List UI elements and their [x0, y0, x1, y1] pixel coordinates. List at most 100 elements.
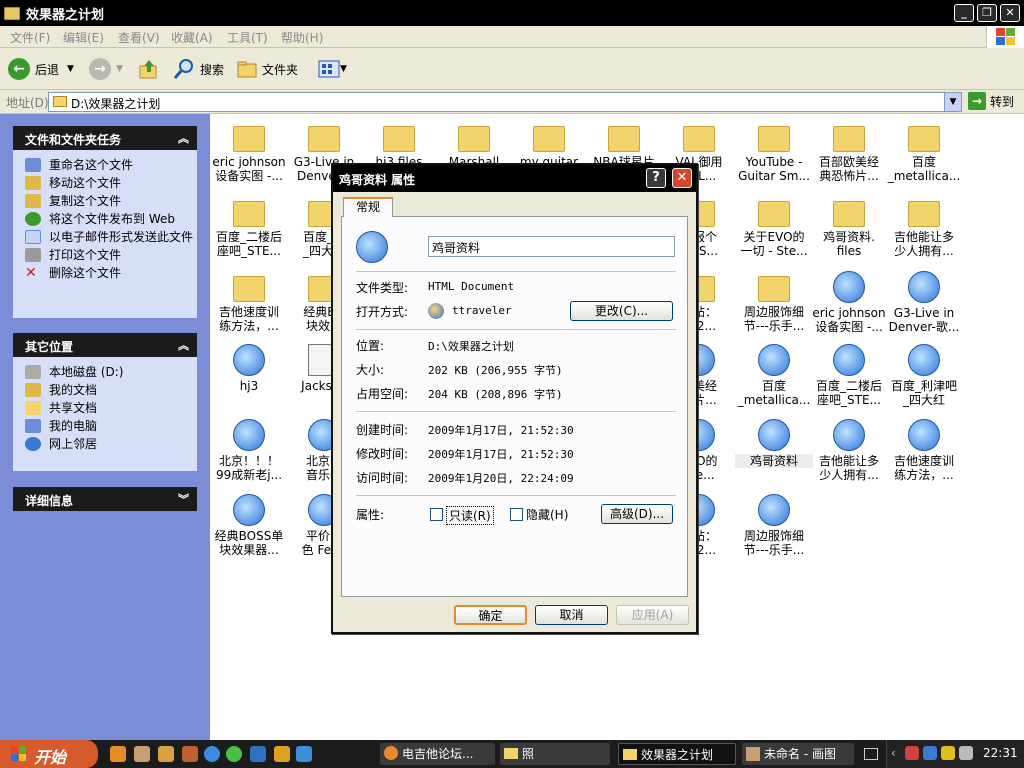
- views-button[interactable]: ▼: [318, 56, 347, 82]
- dialog-titlebar[interactable]: 鸡哥资料 属性 ? ✕: [333, 165, 696, 192]
- place-my-computer[interactable]: 我的电脑: [13, 417, 197, 435]
- file-item[interactable]: 吉他能让多 少人拥有...: [885, 196, 963, 258]
- menu-help[interactable]: 帮助(H): [281, 29, 323, 46]
- expand-icon[interactable]: ︾: [178, 491, 189, 507]
- start-button[interactable]: 开始: [0, 740, 98, 768]
- clock[interactable]: 22:31: [983, 746, 1018, 760]
- task-publish-web[interactable]: 将这个文件发布到 Web: [13, 210, 197, 228]
- file-name-input[interactable]: 鸡哥资料: [428, 236, 675, 257]
- file-item[interactable]: eric johnson 设备实图 -...: [810, 271, 888, 334]
- file-tasks-header[interactable]: 文件和文件夹任务 ︽: [13, 126, 197, 150]
- cancel-button[interactable]: 取消: [535, 605, 608, 625]
- menu-view[interactable]: 查看(V): [118, 29, 160, 46]
- file-item[interactable]: 百度_利津吧 _四大红: [885, 344, 963, 407]
- task-rename[interactable]: 重命名这个文件: [13, 156, 197, 174]
- file-item[interactable]: 吉他速度训 练方法，...: [885, 419, 963, 482]
- media-player-quicklaunch-icon[interactable]: [226, 746, 242, 762]
- taskbar-item-explorer[interactable]: 效果器之计划: [618, 743, 736, 765]
- menu-favorites[interactable]: 收藏(A): [171, 29, 213, 46]
- up-folder-button[interactable]: [138, 56, 160, 82]
- task-delete[interactable]: ✕ 删除这个文件: [13, 264, 197, 282]
- file-item[interactable]: Marshall: [435, 121, 513, 169]
- menu-tools[interactable]: 工具(T): [227, 29, 268, 46]
- collapse-icon[interactable]: ︽: [178, 130, 189, 146]
- file-item[interactable]: NBA球星片: [585, 121, 663, 169]
- ok-button[interactable]: 确定: [454, 605, 527, 625]
- file-item-selected[interactable]: 鸡哥资料: [735, 419, 813, 468]
- change-button[interactable]: 更改(C)...: [570, 301, 673, 321]
- menu-edit[interactable]: 编辑(E): [63, 29, 104, 46]
- app-quicklaunch-icon[interactable]: [158, 746, 174, 762]
- search-button[interactable]: 搜索: [172, 56, 224, 82]
- back-dropdown-icon[interactable]: ▼: [67, 64, 74, 74]
- file-item[interactable]: 吉他速度训 练方法，...: [210, 271, 288, 333]
- app-quicklaunch-icon[interactable]: [296, 746, 312, 762]
- file-item[interactable]: 关于EVO的 一切 - Ste...: [735, 196, 813, 258]
- taskbar-item-photo[interactable]: 照: [500, 743, 610, 765]
- file-item[interactable]: eric johnson 设备实图 -...: [210, 121, 288, 183]
- address-dropdown-icon[interactable]: ▼: [944, 93, 961, 111]
- app-quicklaunch-icon[interactable]: [182, 746, 198, 762]
- keyboard-icon[interactable]: [864, 748, 878, 760]
- place-local-disk[interactable]: 本地磁盘 (D:): [13, 363, 197, 381]
- app-quicklaunch-icon[interactable]: [250, 746, 266, 762]
- file-item[interactable]: YouTube - Guitar Sm...: [735, 121, 813, 183]
- file-item[interactable]: hj3: [210, 344, 288, 393]
- task-email[interactable]: 以电子邮件形式发送此文件: [13, 228, 197, 246]
- place-my-documents[interactable]: 我的文档: [13, 381, 197, 399]
- task-print[interactable]: 打印这个文件: [13, 246, 197, 264]
- place-shared-documents[interactable]: 共享文档: [13, 399, 197, 417]
- address-input[interactable]: D:\效果器之计划 ▼: [48, 92, 962, 112]
- file-item[interactable]: 吉他能让多 少人拥有...: [810, 419, 888, 482]
- file-item[interactable]: 经典BOSS单 块效果器...: [210, 494, 288, 557]
- collapse-icon[interactable]: ︽: [178, 337, 189, 353]
- hidden-checkbox[interactable]: [510, 508, 523, 521]
- ie-quicklaunch-icon[interactable]: [204, 746, 220, 762]
- file-item[interactable]: 百度 _metallica...: [735, 344, 813, 407]
- security-warning-icon[interactable]: [941, 746, 955, 760]
- app-quicklaunch-icon[interactable]: [274, 746, 290, 762]
- file-item[interactable]: G3-Live in Denver-歌...: [885, 271, 963, 334]
- maximize-button[interactable]: ❐: [977, 4, 997, 22]
- hidden-label[interactable]: 隐藏(H): [526, 506, 568, 523]
- advanced-button[interactable]: 高级(D)...: [601, 504, 673, 524]
- file-item[interactable]: my guitar: [510, 121, 588, 169]
- window-titlebar[interactable]: 效果器之计划 _ ❐ ✕: [0, 0, 1024, 26]
- file-item[interactable]: 百度_二楼后 座吧_STE...: [810, 344, 888, 407]
- firefox-quicklaunch-icon[interactable]: [110, 746, 126, 762]
- volume-icon[interactable]: [959, 746, 973, 760]
- file-item[interactable]: 鸡哥资料. files: [810, 196, 888, 258]
- back-button[interactable]: ← 后退 ▼: [8, 56, 74, 82]
- readonly-checkbox[interactable]: [430, 508, 443, 521]
- file-item[interactable]: 周边服饰细 节---乐手...: [735, 494, 813, 557]
- task-copy[interactable]: 复制这个文件: [13, 192, 197, 210]
- apply-button[interactable]: 应用(A): [616, 605, 689, 625]
- file-item[interactable]: 百部欧美经 典恐怖片...: [810, 121, 888, 183]
- other-places-header[interactable]: 其它位置 ︽: [13, 333, 197, 357]
- taskbar-item-forum[interactable]: 电吉他论坛...: [380, 743, 495, 765]
- go-button[interactable]: → 转到: [968, 92, 1014, 110]
- forward-button[interactable]: → ▼: [89, 56, 123, 82]
- folders-button[interactable]: 文件夹: [236, 56, 298, 82]
- menu-file[interactable]: 文件(F): [10, 29, 50, 46]
- file-item[interactable]: 百度 _metallica...: [885, 121, 963, 183]
- details-header[interactable]: 详细信息 ︾: [13, 487, 197, 511]
- tray-app-icon[interactable]: [905, 746, 919, 760]
- file-item[interactable]: 周边服饰细 节---乐手...: [735, 271, 813, 333]
- dialog-close-button[interactable]: ✕: [672, 168, 692, 188]
- close-button[interactable]: ✕: [1000, 4, 1020, 22]
- qq-quicklaunch-icon[interactable]: [134, 746, 150, 762]
- network-tray-icon[interactable]: [923, 746, 937, 760]
- place-network[interactable]: 网上邻居: [13, 435, 197, 453]
- file-item[interactable]: hj3 files: [360, 121, 438, 169]
- minimize-button[interactable]: _: [954, 4, 974, 22]
- task-move[interactable]: 移动这个文件: [13, 174, 197, 192]
- readonly-label[interactable]: 只读(R): [446, 506, 494, 525]
- tab-general[interactable]: 常规: [343, 197, 393, 217]
- file-item[interactable]: 北京！！！ 99成新老j...: [210, 419, 288, 482]
- file-item[interactable]: 百度_二楼后 座吧_STE...: [210, 196, 288, 258]
- help-button[interactable]: ?: [646, 168, 666, 188]
- taskbar-item-paint[interactable]: 未命名 - 画图: [742, 743, 854, 765]
- show-hidden-icons-icon[interactable]: ‹: [891, 746, 896, 760]
- file-name: 一切 - Ste...: [740, 244, 808, 258]
